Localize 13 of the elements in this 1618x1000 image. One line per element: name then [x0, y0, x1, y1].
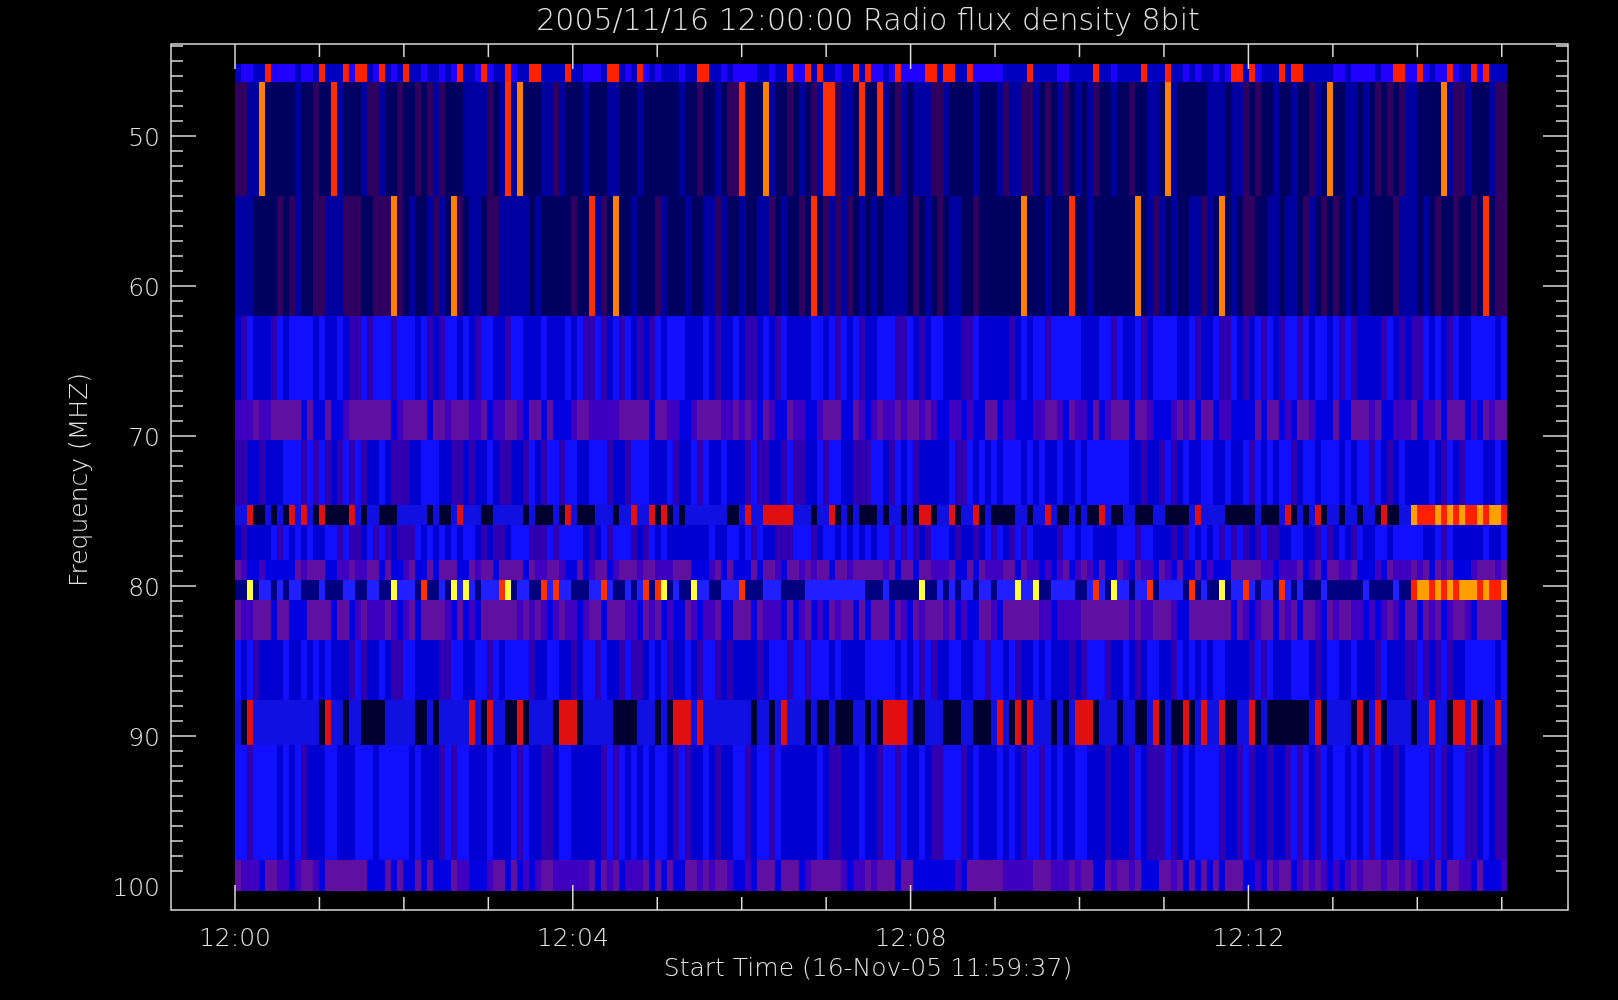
x-axis-label: Start Time (16-Nov-05 11:59:37) — [663, 953, 1073, 982]
y-tick-label: 50 — [128, 123, 160, 152]
y-tick-label: 80 — [128, 573, 160, 602]
x-tick-label: 12:04 — [536, 923, 609, 952]
y-tick-label: 70 — [128, 423, 160, 452]
chart-title: 2005/11/16 12:00:00 Radio flux density 8bit — [536, 2, 1200, 37]
y-axis-label: Frequency (MHZ) — [64, 372, 93, 588]
x-tick-label: 12:12 — [1212, 923, 1285, 952]
x-tick-label: 12:00 — [199, 923, 271, 952]
y-tick-label: 60 — [128, 273, 160, 302]
y-tick-label: 100 — [112, 873, 160, 902]
x-tick-label: 12:08 — [874, 923, 947, 952]
y-tick-label: 90 — [128, 723, 160, 752]
